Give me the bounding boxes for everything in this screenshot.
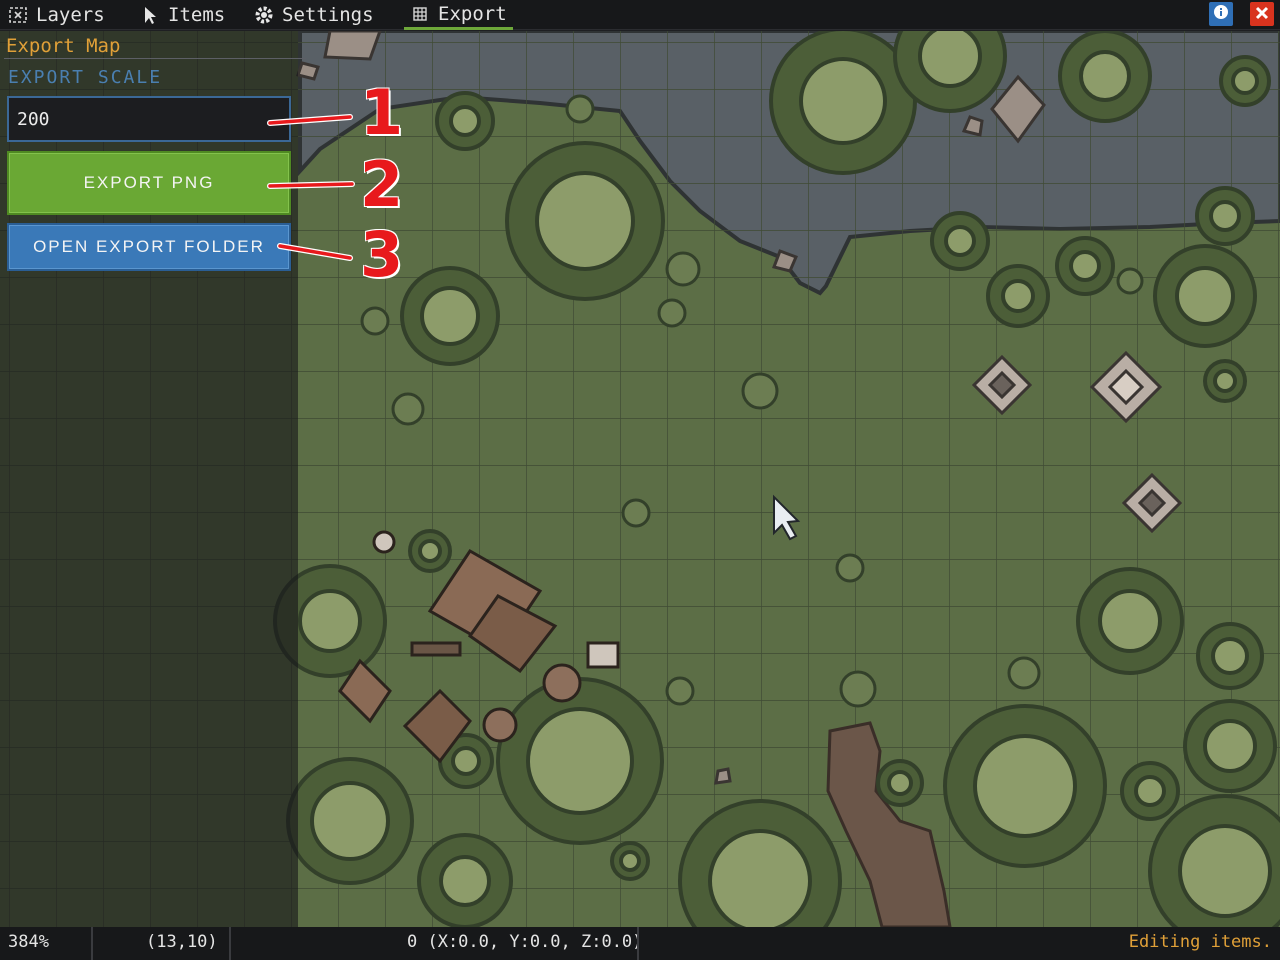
selection-info: 0 (X:0.0, Y:0.0, Z:0.0) (407, 932, 643, 952)
close-button[interactable] (1250, 2, 1274, 26)
tab-items[interactable]: Items (140, 0, 225, 30)
divider (4, 58, 306, 59)
close-icon (1255, 5, 1269, 24)
tab-export[interactable]: Export (404, 0, 513, 30)
layers-icon (8, 5, 28, 25)
info-button[interactable] (1209, 2, 1233, 26)
tab-label: Items (168, 4, 226, 26)
export-grid-icon (410, 4, 430, 24)
status-divider (91, 927, 93, 960)
open-export-folder-button[interactable]: OPEN EXPORT FOLDER (7, 223, 291, 271)
status-message: Editing items. (1128, 932, 1272, 952)
callout-number-2: 2 (360, 148, 404, 221)
tab-label: Settings (282, 4, 374, 26)
export-scale-input[interactable] (7, 96, 291, 142)
gear-icon (254, 5, 274, 25)
tab-label: Layers (36, 4, 105, 26)
status-divider (229, 927, 231, 960)
panel-title: Export Map (6, 35, 121, 57)
export-png-button[interactable]: EXPORT PNG (7, 151, 291, 215)
export-scale-label: EXPORT SCALE (8, 67, 163, 88)
menu-bar: Layers Items Settings Export (0, 0, 1280, 30)
tile-coordinates: (13,10) (146, 932, 218, 952)
tab-settings[interactable]: Settings (254, 0, 374, 30)
tab-layers[interactable]: Layers (8, 0, 105, 30)
callout-number-1: 1 (360, 76, 404, 149)
export-panel: Export Map EXPORT SCALE EXPORT PNG OPEN … (0, 31, 306, 927)
tab-label: Export (438, 2, 507, 25)
info-icon (1213, 4, 1229, 24)
status-divider (637, 927, 639, 960)
pointer-icon (140, 5, 160, 25)
zoom-level: 384% (8, 932, 49, 952)
status-bar: 384% (13,10) 0 (X:0.0, Y:0.0, Z:0.0) Edi… (0, 927, 1280, 960)
callout-number-3: 3 (360, 218, 404, 291)
